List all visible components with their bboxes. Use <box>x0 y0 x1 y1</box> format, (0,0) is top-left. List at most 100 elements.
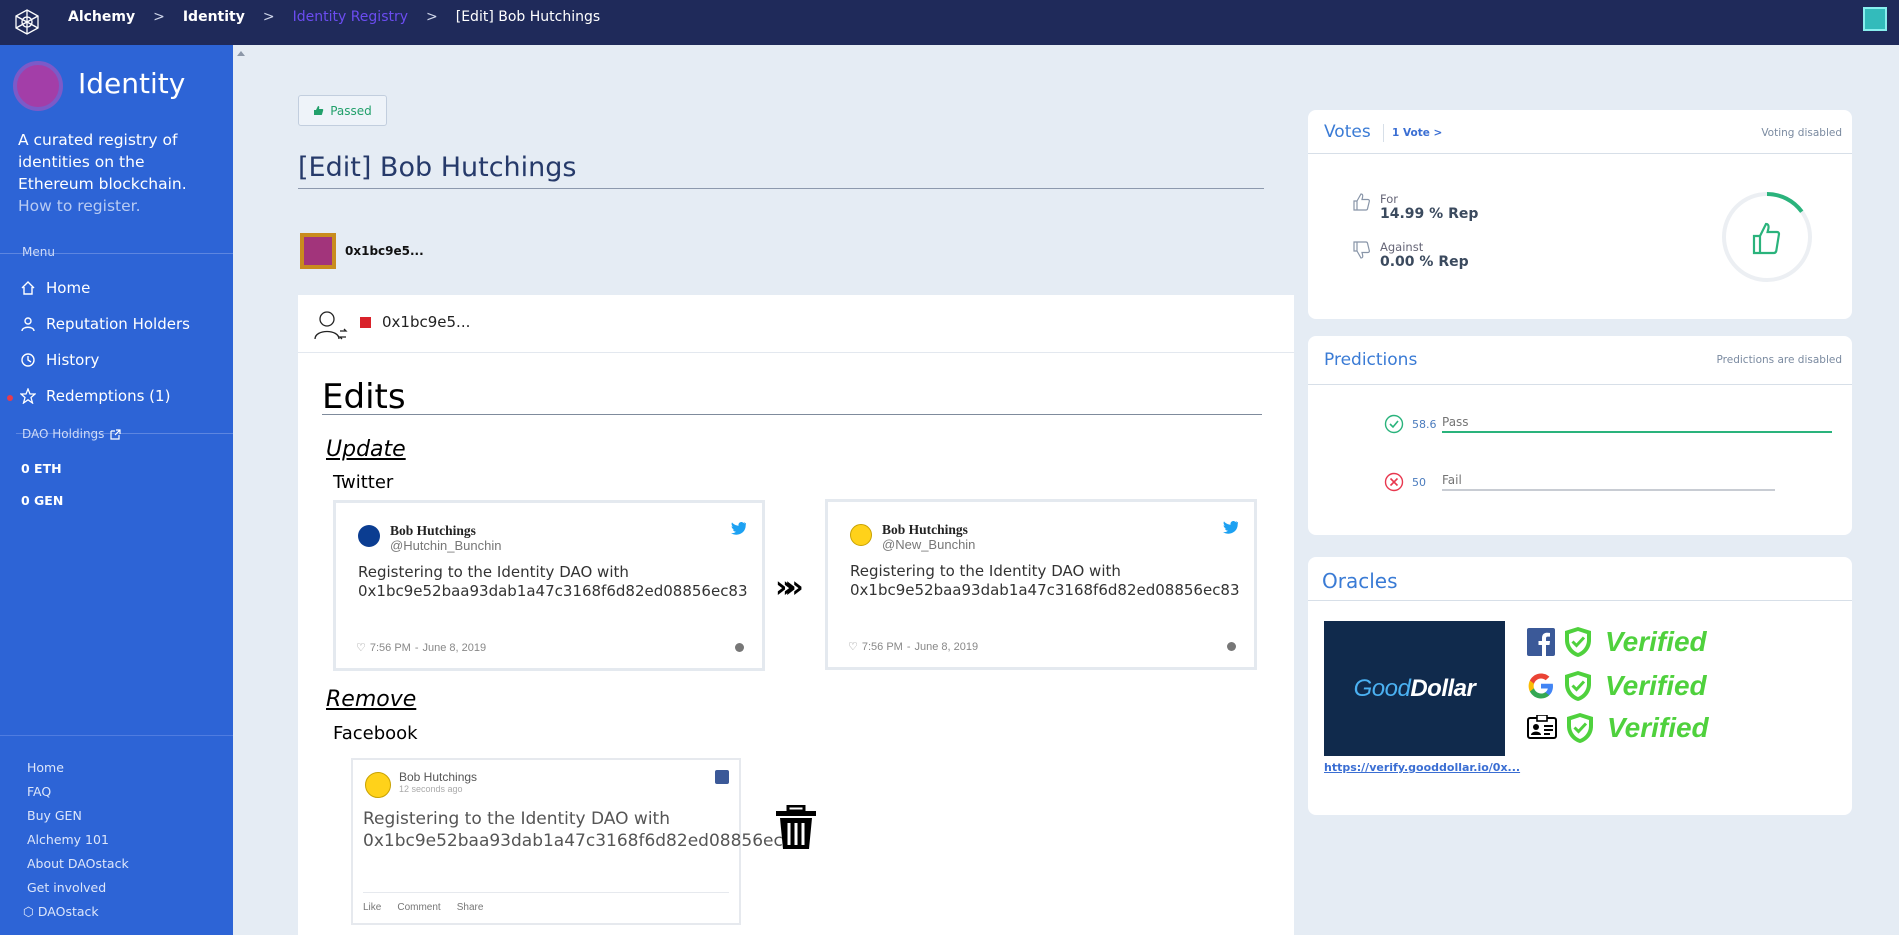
vote-gauge <box>1722 192 1812 282</box>
verified-label: Verified <box>1605 626 1707 657</box>
gooddollar-verify-link[interactable]: https://verify.gooddollar.io/0x... <box>1324 761 1520 774</box>
tweet-date-separator: - <box>414 641 419 654</box>
breadcrumb-separator: > <box>262 9 275 25</box>
sidebar-item-history[interactable]: History <box>20 351 99 369</box>
thumbs-up-icon <box>1353 193 1370 211</box>
new-tweet-card[interactable]: Bob Hutchings @New_Bunchin Registering t… <box>825 499 1257 670</box>
sidebar-item-reputation-holders[interactable]: Reputation Holders <box>20 315 190 333</box>
twitter-label: Twitter <box>333 472 394 493</box>
breadcrumb-identity-registry[interactable]: Identity Registry <box>293 9 408 25</box>
votes-title: Votes <box>1324 122 1371 142</box>
id-verified-row: Verified <box>1527 712 1709 744</box>
user-icon <box>21 317 35 332</box>
comment-action[interactable]: Comment <box>397 902 440 913</box>
vote-against-label: Against <box>1380 240 1424 254</box>
post-author: Bob Hutchings <box>399 770 478 784</box>
smiley-avatar <box>850 524 872 546</box>
sidebar-item-label: Reputation Holders <box>46 315 190 333</box>
footer-link-alchemy-101[interactable]: Alchemy 101 <box>27 832 129 856</box>
register-link[interactable]: How to register. <box>18 197 141 215</box>
shield-check-icon <box>1565 627 1591 657</box>
predictions-status: Predictions are disabled <box>1716 354 1842 366</box>
verified-label: Verified <box>1605 670 1707 701</box>
breadcrumb-alchemy[interactable]: Alchemy <box>68 9 135 25</box>
facebook-icon <box>715 770 729 784</box>
divider <box>363 892 729 893</box>
post-text: Registering to the Identity DAO with 0x1… <box>363 809 805 851</box>
close-circle-icon <box>1384 472 1404 492</box>
breadcrumb-separator: > <box>426 9 438 25</box>
votes-panel: Votes 1 Vote > Voting disabled For 14.99… <box>1308 110 1852 319</box>
vote-against-value: 0.00 % <box>1380 254 1434 270</box>
tweet-time: 7:56 PM <box>861 640 903 653</box>
edits-heading: Edits <box>322 377 406 417</box>
twitter-icon <box>731 521 746 535</box>
footer-link-faq[interactable]: FAQ <box>27 784 129 808</box>
check-circle-icon <box>1384 414 1404 434</box>
divider <box>1308 600 1852 601</box>
status-label: Passed <box>330 103 372 118</box>
vote-against-unit: Rep <box>1438 254 1469 270</box>
old-tweet-card[interactable]: Bob Hutchings @Hutchin_Bunchin Registeri… <box>333 500 765 671</box>
proposer-avatar[interactable] <box>300 233 336 269</box>
tweet-author: Bob Hutchings <box>882 522 968 537</box>
status-badge: Passed <box>298 95 387 126</box>
tweet-timestamp: ♡ 7:56 PM - June 8, 2019 <box>356 641 487 655</box>
beneficiary-address[interactable]: 0x1bc9e5... <box>382 313 470 331</box>
verified-label: Verified <box>1607 712 1709 743</box>
votes-count-link[interactable]: 1 Vote > <box>1392 127 1442 139</box>
share-action[interactable]: Share <box>457 902 484 913</box>
account-avatar[interactable] <box>1863 7 1887 31</box>
facebook-post-card[interactable]: Bob Hutchings 12 seconds ago Registering… <box>351 758 805 925</box>
page-title: [Edit] Bob Hutchings <box>298 152 577 183</box>
breadcrumb-separator: > <box>153 9 165 25</box>
footer-link-buy-gen[interactable]: Buy GEN <box>27 808 129 832</box>
footer-link-home[interactable]: Home <box>27 760 129 784</box>
gooddollar-logo: Good Dollar <box>1324 621 1505 756</box>
proposal-details-card: 0x1bc9e5... Edits Update Twitter Bob Hut… <box>298 295 1294 935</box>
divider <box>298 188 1264 189</box>
sidebar-item-redemptions[interactable]: Redemptions (1) <box>20 387 170 405</box>
footer-link-get-involved[interactable]: Get involved <box>27 880 129 904</box>
breadcrumb: Alchemy > Identity > Identity Registry >… <box>68 0 618 34</box>
info-icon <box>1227 642 1236 651</box>
alchemy-logo-icon[interactable] <box>14 9 40 35</box>
collapse-toggle-icon[interactable] <box>237 51 245 56</box>
holding-gen: 0 GEN <box>21 493 64 508</box>
voting-status: Voting disabled <box>1761 127 1842 139</box>
vote-for-label: For <box>1380 192 1398 206</box>
predictions-panel: Predictions Predictions are disabled 58.… <box>1308 336 1852 535</box>
dao-title: Identity <box>78 67 186 100</box>
nasa-avatar <box>358 525 380 547</box>
dao-description: A curated registry of identities on the … <box>18 129 223 217</box>
footer-link-daostack[interactable]: ⬡ DAOstack <box>23 904 129 928</box>
footer-link-about-daostack[interactable]: About DAOstack <box>27 856 129 880</box>
breadcrumb-identity[interactable]: Identity <box>183 9 245 25</box>
beneficiary-row: 0x1bc9e5... <box>298 295 1294 353</box>
vote-for-unit: Rep <box>1448 206 1479 222</box>
shield-check-icon <box>1565 671 1591 701</box>
proposer-address[interactable]: 0x1bc9e5... <box>345 244 424 258</box>
fail-stake-input[interactable] <box>1442 473 1775 491</box>
dao-holdings-text: DAO Holdings <box>22 427 105 441</box>
sidebar-item-home[interactable]: Home <box>20 279 90 297</box>
star-icon <box>20 388 36 404</box>
pass-stake-input[interactable] <box>1442 415 1832 433</box>
dao-description-text: A curated registry of identities on the … <box>18 131 187 193</box>
like-action[interactable]: Like <box>363 902 381 913</box>
beneficiary-avatar <box>360 317 371 328</box>
tweet-text: Registering to the Identity DAO with 0x1… <box>850 562 1240 599</box>
tweet-date: June 8, 2019 <box>422 641 487 654</box>
divider <box>0 735 233 736</box>
facebook-label: Facebook <box>333 723 418 744</box>
tweet-date-separator: - <box>906 640 911 653</box>
notification-dot <box>7 395 13 401</box>
info-icon <box>735 643 744 652</box>
dao-avatar <box>13 61 63 111</box>
shield-check-icon <box>1567 713 1593 743</box>
tweet-date: June 8, 2019 <box>914 640 979 653</box>
fail-amount: 50 <box>1412 475 1426 489</box>
menu-label: Menu <box>22 245 55 259</box>
tweet-time: 7:56 PM <box>369 641 411 654</box>
external-link-icon[interactable] <box>110 428 122 440</box>
